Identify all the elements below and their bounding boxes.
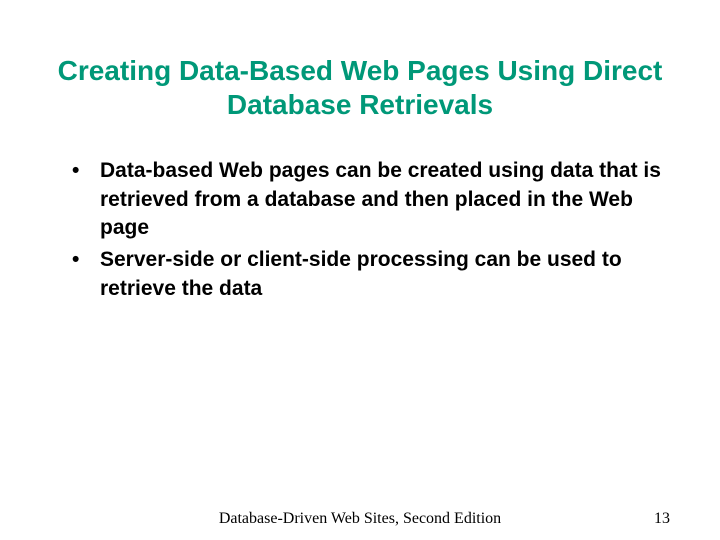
list-item: Server-side or client-side processing ca… <box>72 246 672 303</box>
page-number: 13 <box>654 510 670 528</box>
list-item: Data-based Web pages can be created usin… <box>72 157 672 242</box>
bullet-list: Data-based Web pages can be created usin… <box>48 157 672 303</box>
footer-text: Database-Driven Web Sites, Second Editio… <box>0 510 720 528</box>
slide-title: Creating Data-Based Web Pages Using Dire… <box>48 54 672 121</box>
slide: Creating Data-Based Web Pages Using Dire… <box>0 0 720 540</box>
